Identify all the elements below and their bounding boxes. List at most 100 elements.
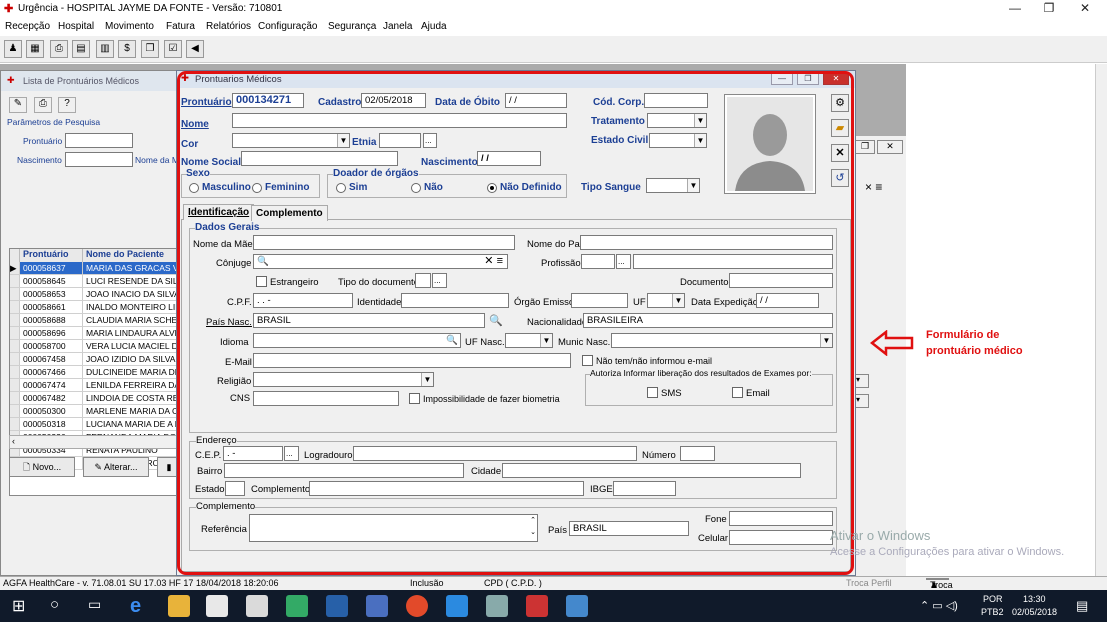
nascimento-label: Nascimento [17, 155, 62, 165]
status-bar: AGFA HealthCare - v. 71.08.01 SU 17.03 H… [0, 576, 1107, 600]
table-row[interactable]: 000067482 LINDOIA DE COSTA REG [10, 392, 184, 405]
cell-nome: LUCI RESENDE DA SILV [86, 276, 183, 286]
prontuario-search-input[interactable] [65, 133, 133, 148]
grid-icon[interactable]: ▦ [26, 40, 44, 58]
notification-icon[interactable]: ▤ [1076, 598, 1088, 614]
table-row[interactable]: 000058645 LUCI RESENDE DA SILV [10, 275, 184, 288]
alterar-button[interactable]: ✎ Alterar... [83, 457, 149, 477]
maximize-button[interactable]: ❐ [1034, 1, 1064, 17]
close-icon[interactable]: ✕ [877, 140, 903, 154]
menu-bar: Recepção Hospital Movimento Fatura Relat… [0, 18, 1107, 35]
mail-icon[interactable] [246, 595, 268, 617]
cell-nome: MARIA LINDAURA ALVES [86, 328, 184, 338]
table-row[interactable]: 000058653 JOAO INACIO DA SILVA [10, 288, 184, 301]
tray-icons[interactable]: ⌃ ▭ ◁) [920, 599, 958, 612]
column-header-nome[interactable]: Nome do Paciente [83, 249, 183, 262]
novo-button[interactable]: 🗋 Novo... [9, 457, 75, 477]
chrome-icon[interactable] [406, 595, 428, 617]
clock-date[interactable]: 02/05/2018 [1012, 607, 1057, 617]
nascimento-search-input[interactable] [65, 152, 133, 167]
table-row[interactable]: ▶ 000058637 MARIA DAS GRACAS VA [10, 262, 184, 275]
scrollbar[interactable] [1095, 64, 1107, 576]
app-icon: ✚ [7, 75, 15, 85]
menu-configuracao[interactable]: Configuração [258, 21, 317, 32]
table-row[interactable]: 000058688 CLAUDIA MARIA SCHEID [10, 314, 184, 327]
row-indicator [10, 392, 20, 404]
table-row[interactable]: 000058700 VERA LUCIA MACIEL DE [10, 340, 184, 353]
menu-fatura[interactable]: Fatura [166, 21, 195, 32]
menu-ajuda[interactable]: Ajuda [421, 21, 447, 32]
cell-prontuario: 000058653 [20, 288, 83, 300]
menu-recepcao[interactable]: Recepção [5, 21, 50, 32]
keyboard-layout[interactable]: PTB2 [981, 607, 1004, 617]
table-row[interactable]: 000067458 JOAO IZIDIO DA SILVA [10, 353, 184, 366]
minimize-button[interactable]: — [1000, 1, 1030, 17]
menu-movimento[interactable]: Movimento [105, 21, 154, 32]
windows-start-icon[interactable]: ⊞ [12, 596, 25, 616]
params-label: Parâmetros de Pesquisa [7, 117, 101, 127]
cpd-status: CPD ( C.P.D. ) [484, 578, 542, 588]
column-header-prontuario[interactable]: Prontuário [20, 249, 83, 262]
table-row[interactable]: 000058696 MARIA LINDAURA ALVES [10, 327, 184, 340]
book-icon[interactable]: ▥ [96, 40, 114, 58]
restore-icon[interactable]: ❐ [855, 140, 875, 154]
app-icon[interactable] [326, 595, 348, 617]
table-row[interactable]: 000067466 DULCINEIDE MARIA DE [10, 366, 184, 379]
print-icon[interactable]: ⎙ [50, 40, 68, 58]
cell-prontuario: 000058645 [20, 275, 83, 287]
row-indicator [10, 288, 20, 300]
novo-label: Novo... [32, 462, 62, 472]
table-row[interactable]: 000067474 LENILDA FERREIRA DA [10, 379, 184, 392]
row-indicator: ▶ [10, 262, 20, 274]
close-button[interactable]: ✕ [1070, 1, 1100, 17]
money-icon[interactable]: $ [118, 40, 136, 58]
table-row[interactable]: 000050318 LUCIANA MARIA DE A BA [10, 418, 184, 431]
document-icon[interactable]: ☑ [164, 40, 182, 58]
record-icon[interactable]: ▤ [72, 40, 90, 58]
help-icon[interactable]: ? [58, 97, 76, 113]
menu-hospital[interactable]: Hospital [58, 21, 94, 32]
menu-janela[interactable]: Janela [383, 21, 412, 32]
horizontal-scrollbar[interactable]: ‹ [9, 435, 183, 449]
alterar-label: Alterar... [104, 462, 138, 472]
app-icon[interactable] [486, 595, 508, 617]
menu-seguranca[interactable]: Segurança [328, 21, 376, 32]
windows-icon[interactable]: ❐ [141, 40, 159, 58]
edge-icon[interactable]: e [130, 595, 152, 617]
row-indicator [10, 405, 20, 417]
cell-prontuario: 000058661 [20, 301, 83, 313]
cell-prontuario: 000058696 [20, 327, 83, 339]
menu-relatorios[interactable]: Relatórios [206, 21, 251, 32]
task-view-icon[interactable]: ▭ [88, 596, 101, 613]
vnc-icon[interactable] [286, 595, 308, 617]
language-indicator[interactable]: POR [983, 594, 1003, 604]
new-icon: 🗋 [22, 462, 33, 472]
sound-icon[interactable]: ◀ [186, 40, 204, 58]
explorer-icon[interactable] [168, 595, 190, 617]
title-bar: ✚ Urgência - HOSPITAL JAYME DA FONTE - V… [0, 0, 1107, 18]
table-row[interactable]: 000050300 MARLENE MARIA DA CO [10, 405, 184, 418]
print-icon[interactable]: ⎙ [34, 97, 52, 113]
cell-nome: CLAUDIA MARIA SCHEID [86, 315, 184, 325]
troca-perfil-button[interactable]: Troca Perfil [846, 578, 892, 588]
edit-icon[interactable]: ✎ [9, 97, 27, 113]
search-icon[interactable]: ○ [50, 596, 59, 613]
troca-usuario-button[interactable]: ♟ Troca Usuário [926, 578, 961, 600]
app-icon[interactable] [566, 595, 588, 617]
app-icon[interactable] [366, 595, 388, 617]
patient-icon[interactable]: ♟ [4, 40, 22, 58]
close-icon[interactable]: × ≡ [865, 180, 882, 194]
hospital-app-icon[interactable] [526, 595, 548, 617]
dropdown-icon[interactable]: ▾ [855, 394, 869, 408]
app-icon[interactable] [446, 595, 468, 617]
row-indicator [10, 301, 20, 313]
mode-status: Inclusão [410, 578, 444, 588]
taskbar: ⊞ ○ ▭ e ⌃ ▭ ◁) POR PTB2 13:30 02/05/2018… [0, 590, 1107, 622]
cell-prontuario: 000067466 [20, 366, 83, 378]
row-indicator [10, 353, 20, 365]
dropdown-icon[interactable]: ▾ [855, 374, 869, 388]
table-row[interactable]: 000058661 INALDO MONTEIRO LINS [10, 301, 184, 314]
clock-time[interactable]: 13:30 [1023, 594, 1046, 604]
store-icon[interactable] [206, 595, 228, 617]
row-indicator [10, 379, 20, 391]
